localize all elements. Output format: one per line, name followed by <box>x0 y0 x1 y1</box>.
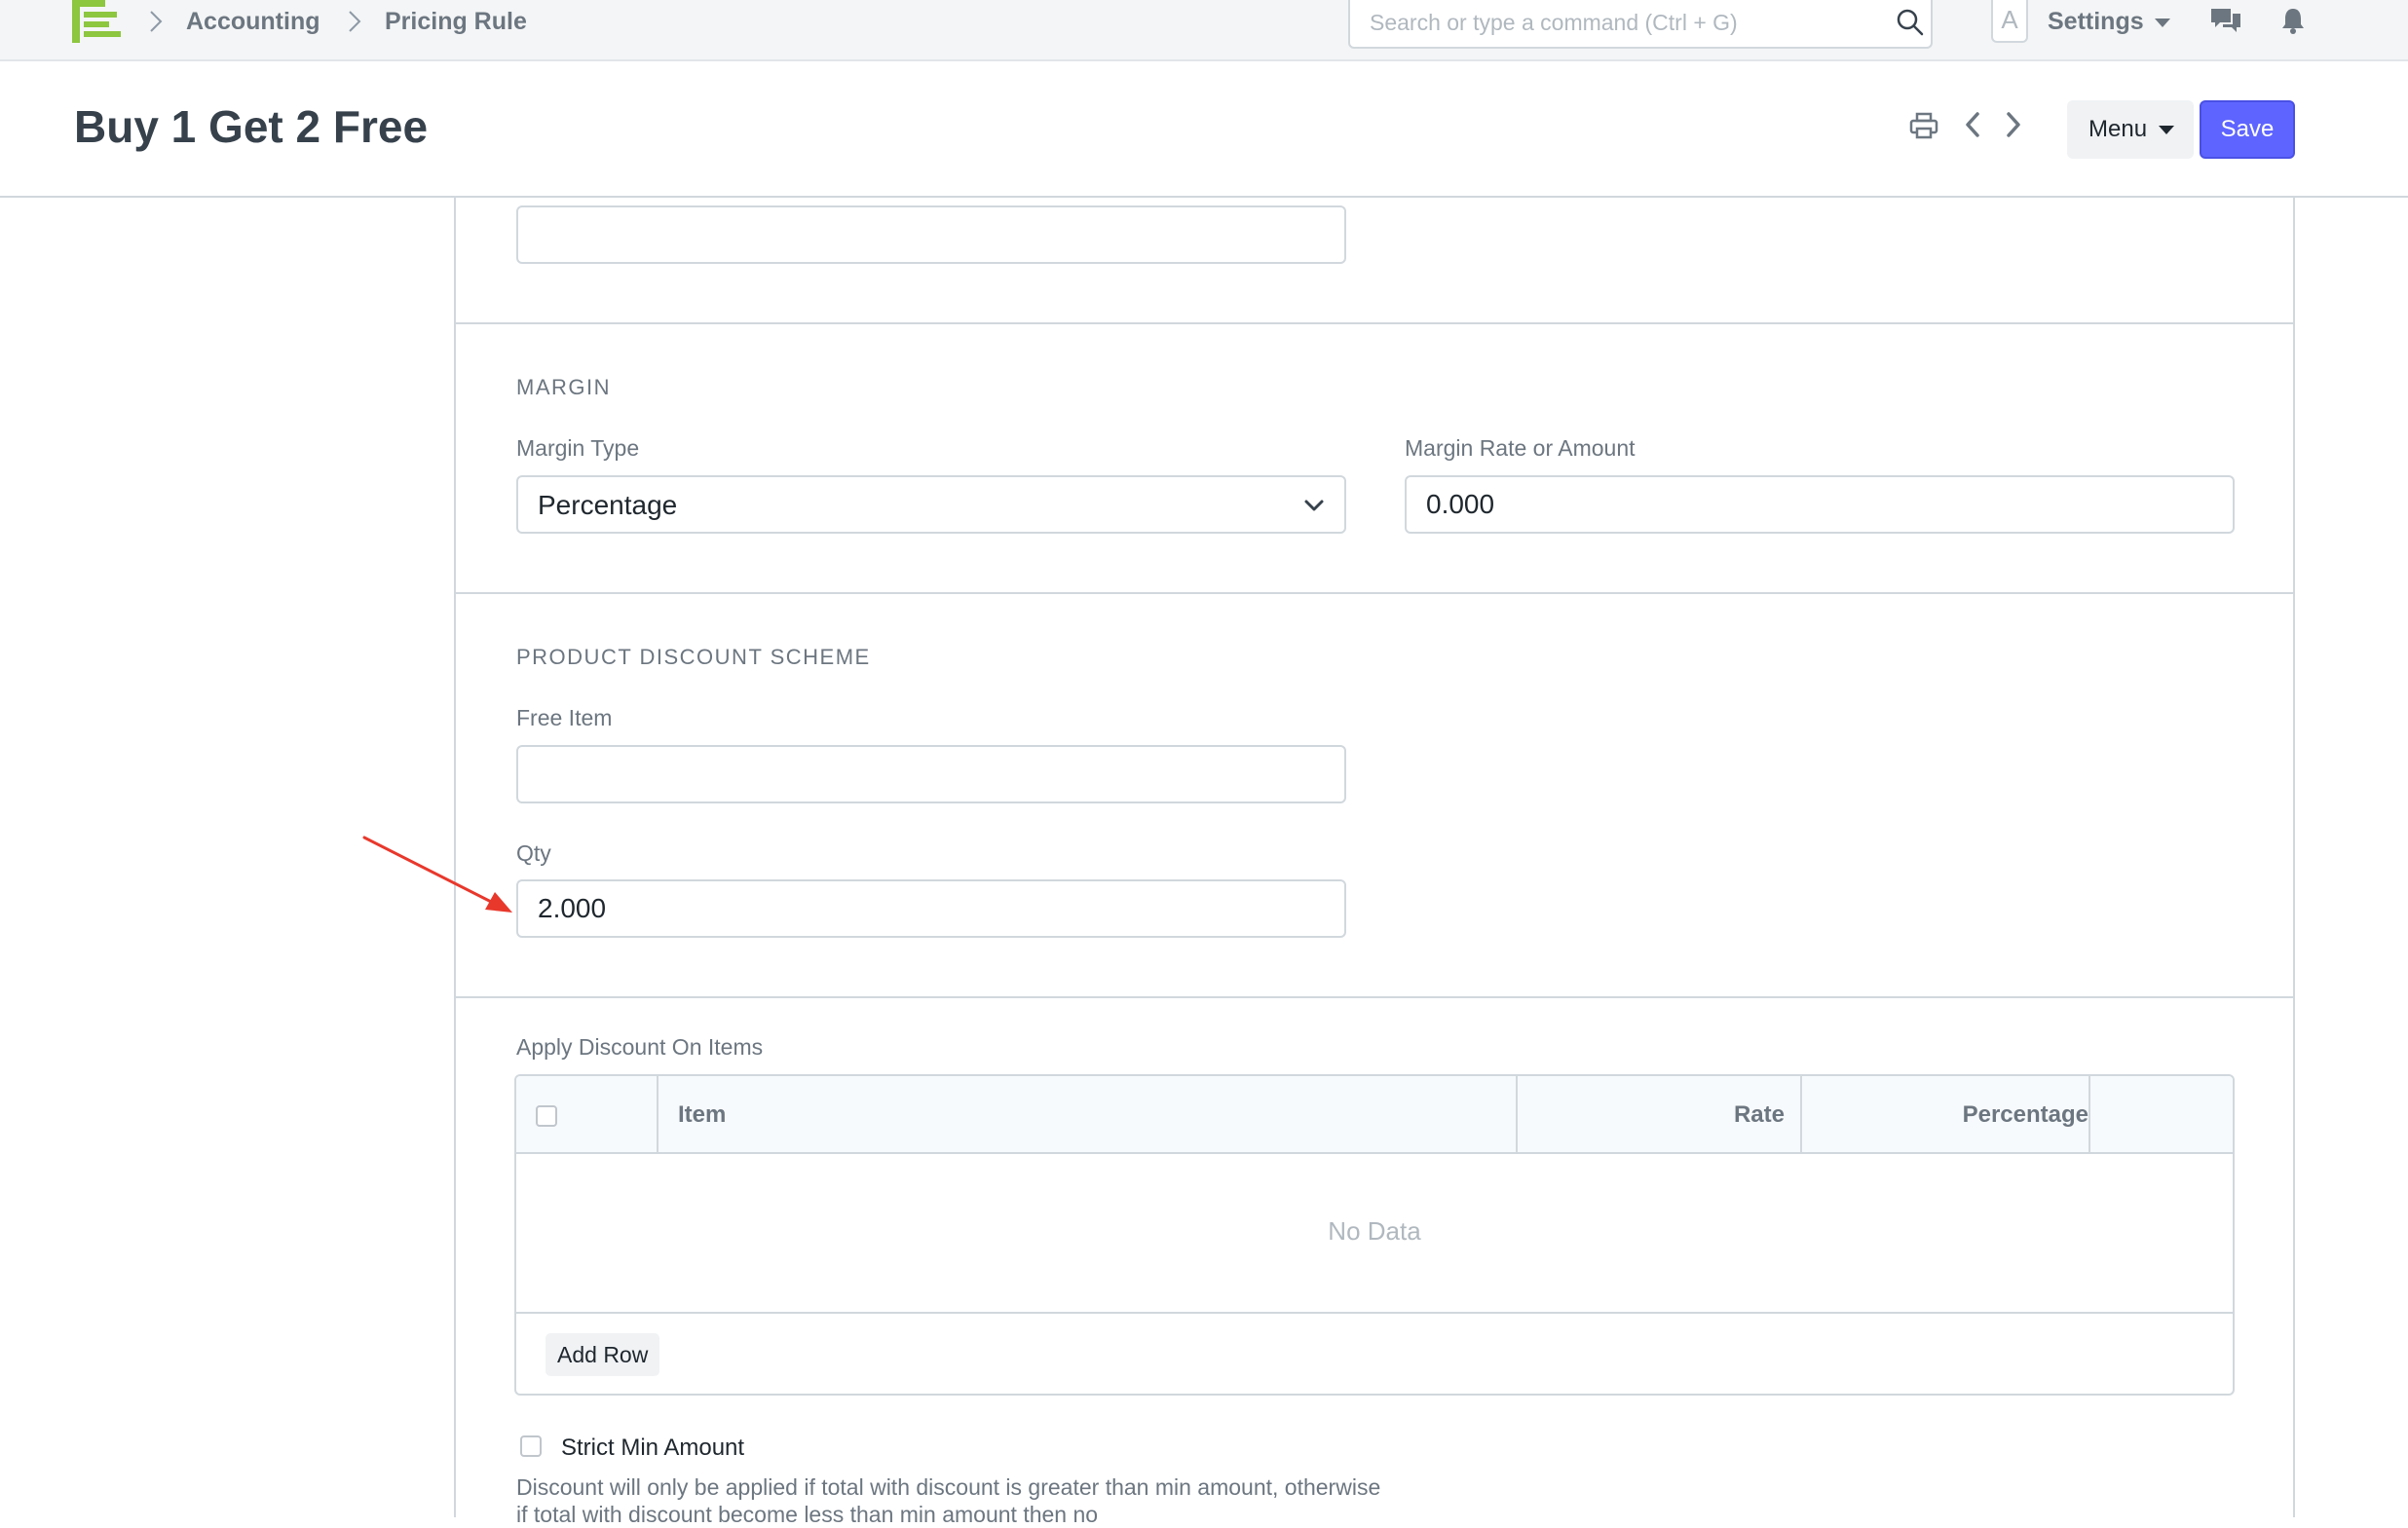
strict-min-amount-help: Discount will only be applied if total w… <box>516 1474 1381 1527</box>
chevron-right-icon[interactable] <box>2003 110 2024 139</box>
save-button[interactable]: Save <box>2200 100 2295 159</box>
menu-button[interactable]: Menu <box>2067 100 2194 159</box>
column-divider <box>1800 1076 1802 1152</box>
chevron-right-icon <box>349 11 361 32</box>
column-header-item: Item <box>678 1101 727 1128</box>
menu-button-label: Menu <box>2088 116 2148 142</box>
section-divider <box>456 996 2293 998</box>
form-panel: MARGIN Margin Type Percentage Margin Rat… <box>454 198 2295 1527</box>
bell-icon[interactable] <box>2279 6 2307 35</box>
caret-down-icon <box>2159 126 2174 134</box>
column-header-percentage: Percentage <box>1962 1101 2088 1128</box>
app-logo-icon[interactable] <box>72 0 121 43</box>
qty-input[interactable] <box>516 879 1346 938</box>
print-icon[interactable] <box>1909 112 1938 139</box>
strict-min-amount-checkbox[interactable] <box>520 1435 542 1457</box>
annotation-arrow-icon <box>362 836 512 913</box>
section-divider <box>456 592 2293 594</box>
qty-label: Qty <box>516 840 551 866</box>
section-divider <box>456 322 2293 324</box>
margin-section-title: MARGIN <box>516 375 611 399</box>
margin-type-select[interactable]: Percentage <box>516 475 1346 534</box>
top-field-input[interactable] <box>516 205 1346 264</box>
column-divider <box>1516 1076 1518 1152</box>
breadcrumb-accounting[interactable]: Accounting <box>186 8 320 36</box>
free-item-label: Free Item <box>516 705 613 730</box>
settings-dropdown[interactable]: Settings <box>2048 8 2144 36</box>
page-title: Buy 1 Get 2 Free <box>74 101 429 152</box>
margin-type-label: Margin Type <box>516 435 640 461</box>
page-header: Buy 1 Get 2 Free Menu Save <box>0 61 2408 198</box>
grid-header: Item Rate Percentage <box>516 1076 2233 1154</box>
column-divider <box>2088 1076 2090 1152</box>
column-divider <box>657 1076 658 1152</box>
free-item-input[interactable] <box>516 745 1346 803</box>
grid-footer-divider <box>516 1312 2233 1314</box>
apply-discount-label: Apply Discount On Items <box>516 1034 764 1060</box>
grid-empty-text: No Data <box>1328 1216 1421 1246</box>
select-all-checkbox[interactable] <box>536 1105 557 1127</box>
product-discount-section-title: PRODUCT DISCOUNT SCHEME <box>516 645 871 669</box>
add-row-button[interactable]: Add Row <box>546 1333 660 1376</box>
margin-rate-label: Margin Rate or Amount <box>1405 435 1636 461</box>
chevron-down-icon <box>1304 500 1324 511</box>
apply-discount-grid: Item Rate Percentage No Data Add Row <box>514 1074 2235 1396</box>
strict-min-amount-label[interactable]: Strict Min Amount <box>561 1435 744 1462</box>
chat-icon[interactable] <box>2209 6 2242 35</box>
chevron-right-icon <box>150 11 163 32</box>
search-input[interactable] <box>1370 6 1857 39</box>
search-icon[interactable] <box>1896 8 1925 37</box>
caret-down-icon[interactable] <box>2155 19 2170 28</box>
chevron-left-icon[interactable] <box>1962 110 1983 139</box>
column-header-rate: Rate <box>1733 1101 1785 1128</box>
navbar: Accounting Pricing Rule A Settings <box>0 0 2408 61</box>
search-bar <box>1348 0 1933 49</box>
margin-rate-input[interactable] <box>1405 475 2235 534</box>
breadcrumb-pricing-rule[interactable]: Pricing Rule <box>385 8 527 36</box>
margin-type-value: Percentage <box>538 490 678 520</box>
avatar[interactable]: A <box>1991 0 2028 43</box>
